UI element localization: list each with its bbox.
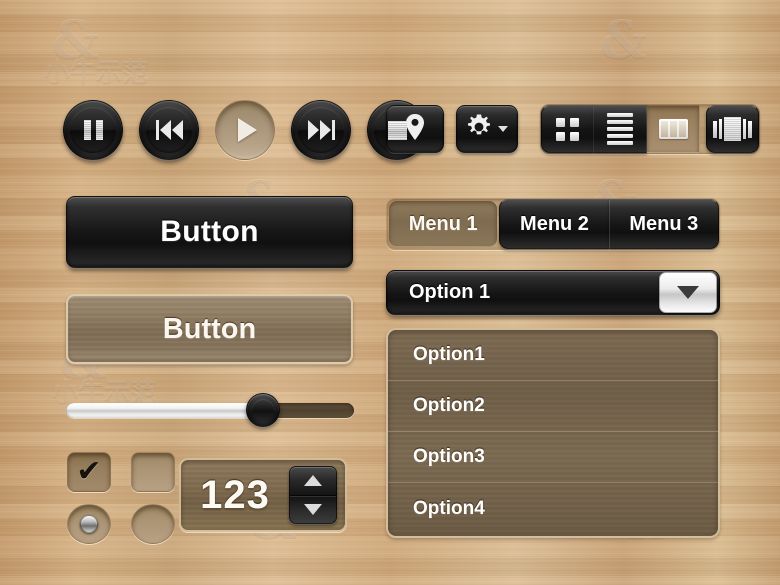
toggle-group: ✔ [67,452,181,548]
view-segmented-control [540,104,760,154]
gear-icon [466,114,492,145]
dark-button[interactable]: Button [66,196,353,268]
rewind-icon [155,120,183,140]
radio-unselected[interactable] [131,504,175,544]
tab-label: Menu 3 [629,212,699,235]
number-stepper: 123 [179,458,347,532]
play-icon [233,118,257,142]
select-selected-value: Option 1 [409,281,491,303]
option-label: Option3 [413,446,485,467]
view-grid-segment[interactable] [541,105,594,153]
ui-kit-canvas: & 小牛示范 & 小牛示范 & & 小牛示范 & 小牛示范 & & & [0,0,780,585]
select-dropdown-button[interactable] [659,272,717,313]
option-select[interactable]: Option 1 [386,270,720,315]
checkmark-icon: ✔ [76,454,102,489]
menu-tab-bar: Menu 1 Menu 2 Menu 3 [386,198,720,250]
dark-button-label: Button [160,215,259,248]
option-label: Option4 [413,497,485,519]
stepper-spin-buttons [289,466,337,524]
triangle-down-icon [304,503,322,515]
tab-menu-1[interactable]: Menu 1 [389,201,498,247]
map-pin-icon [404,113,426,146]
wood-button[interactable]: Button [66,294,353,364]
fast-forward-icon [307,120,335,140]
caret-down-icon [498,126,508,132]
coverflow-icon [713,117,752,141]
watermark: 小牛示范 [44,58,149,88]
volume-slider[interactable] [66,392,354,428]
view-list-segment[interactable] [594,105,647,153]
slider-track[interactable] [66,403,354,418]
watermark: & [600,10,647,71]
chevron-down-icon [677,286,699,299]
list-item[interactable]: Option1 [388,330,718,381]
play-button[interactable] [215,100,275,160]
pause-button[interactable] [63,100,123,160]
watermark: & [52,10,99,71]
tab-menu-2[interactable]: Menu 2 [499,199,609,249]
view-columns-segment[interactable] [647,105,700,153]
stepper-value[interactable]: 123 [181,473,289,518]
checkbox-checked[interactable]: ✔ [67,452,111,492]
tab-menu-3[interactable]: Menu 3 [608,199,719,249]
previous-button[interactable] [139,100,199,160]
icon-toolbar [386,104,760,154]
option-label: Option2 [413,395,485,416]
radio-selected[interactable] [67,504,111,544]
list-item[interactable]: Option3 [388,432,718,483]
pause-icon [83,120,103,140]
next-button[interactable] [291,100,351,160]
grid-view-icon [556,117,579,141]
option-label: Option1 [413,344,485,365]
column-view-icon [658,119,688,139]
wood-button-label: Button [162,312,257,345]
tab-label: Menu 1 [408,212,478,235]
view-coverflow-segment[interactable] [706,105,759,153]
settings-button[interactable] [456,105,518,153]
stepper-decrement-button[interactable] [290,496,336,524]
radio-dot-icon [80,515,98,533]
list-item[interactable]: Option4 [388,483,718,534]
media-transport-controls [63,100,427,160]
checkbox-unchecked[interactable] [131,452,175,492]
slider-fill [66,403,262,418]
option-list: Option1 Option2 Option3 Option4 [386,328,720,538]
stop-icon [387,120,407,140]
tab-label: Menu 2 [520,212,589,235]
triangle-up-icon [304,475,322,487]
list-view-icon [607,113,633,145]
list-item[interactable]: Option2 [388,381,718,432]
slider-knob[interactable] [245,393,280,427]
stepper-increment-button[interactable] [290,467,336,496]
